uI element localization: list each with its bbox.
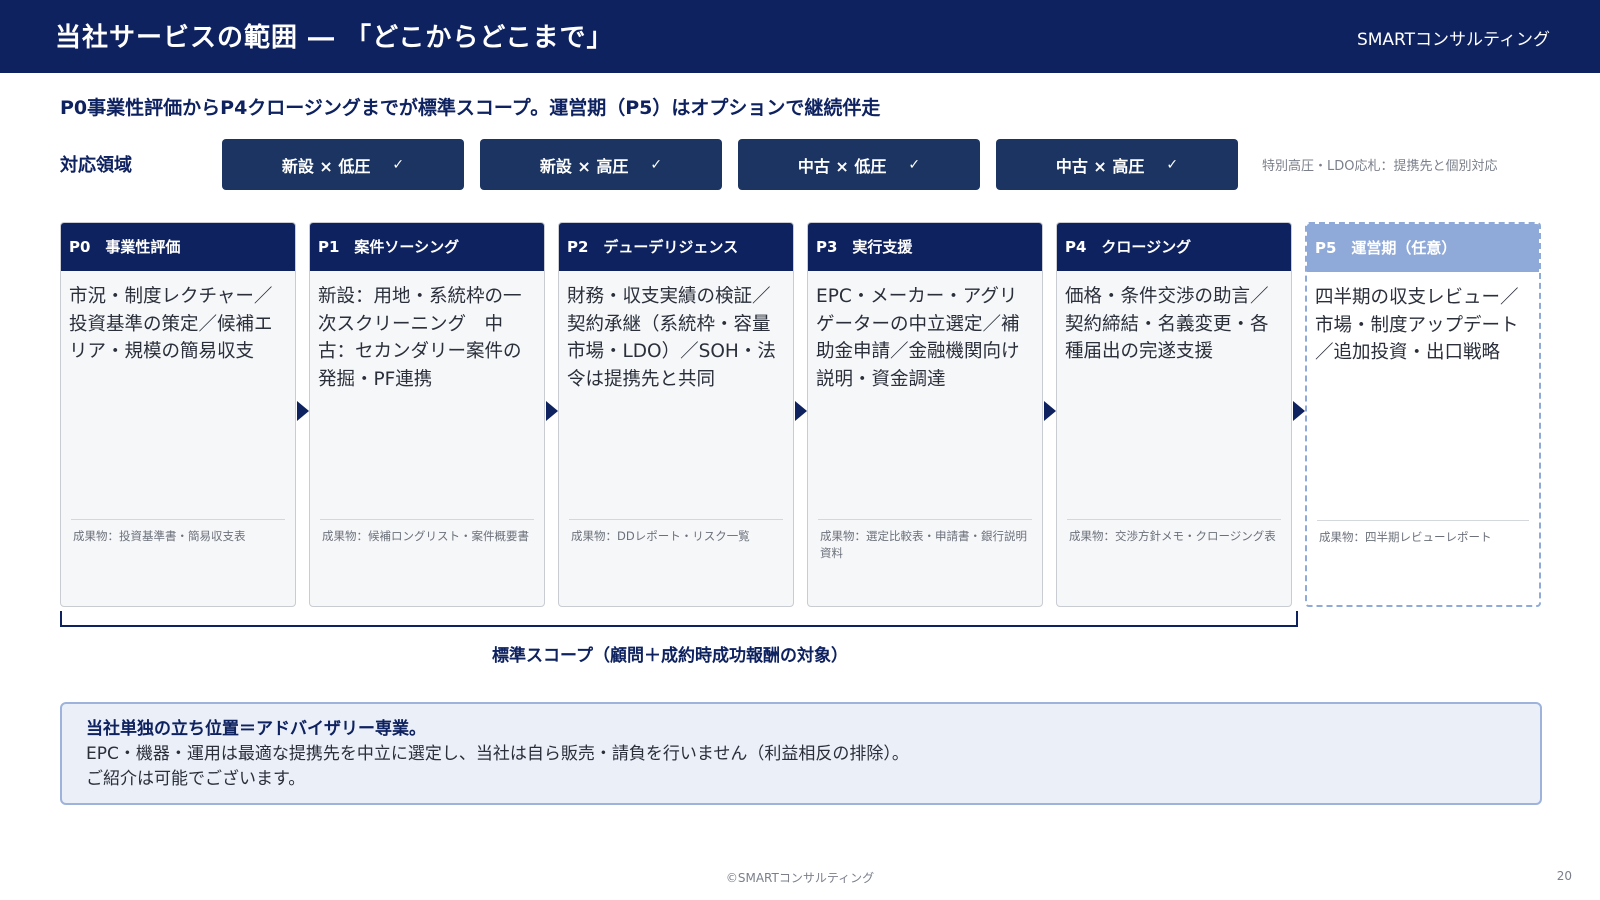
phase-description: 財務・収支実績の検証／契約承継（系統枠・容量市場・LDO）／SOH・法令は提携先…: [567, 286, 776, 390]
coverage-label: 対応領域: [60, 155, 132, 176]
page-number: 20: [1556, 869, 1572, 883]
phase-card-p4: P4 クロージング 価格・条件交渉の助言／契約締結・名義変更・各種届出の完遂支援…: [1056, 222, 1292, 607]
divider: [320, 519, 534, 520]
phase-deliverable: 成果物：交渉方針メモ・クロージング表: [1069, 529, 1276, 543]
header-bar: 当社サービスの範囲 ― 「どこからどこまで」 SMARTコンサルティング: [0, 0, 1600, 73]
coverage-chip-new-low: 新設 × 低圧 ✓: [222, 139, 464, 190]
arrow-right-icon: [297, 401, 309, 421]
divider: [1067, 519, 1281, 520]
slide-subtitle: P0事業性評価からP4クロージングまでが標準スコープ。運営期（P5）はオプション…: [60, 97, 881, 119]
check-icon: ✓: [650, 156, 663, 173]
phase-card-p1: P1 案件ソーシング 新設：用地・系統枠の一次スクリーニング 中古：セカンダリー…: [309, 222, 545, 607]
phase-title: P2 デューデリジェンス: [559, 223, 793, 271]
phase-description: EPC・メーカー・アグリゲーターの中立選定／補助金申請／金融機関向け説明・資金調…: [816, 286, 1020, 390]
check-icon: ✓: [1166, 156, 1179, 173]
phase-deliverable: 成果物：投資基準書・簡易収支表: [73, 529, 246, 543]
phase-description: 四半期の収支レビュー／市場・制度アップデート／追加投資・出口戦略: [1315, 287, 1519, 363]
footer-copyright: ©SMARTコンサルティング: [725, 871, 875, 885]
note-line: ご紹介は可能でございます。: [86, 769, 306, 789]
phase-card-p5-optional: P5 運営期（任意） 四半期の収支レビュー／市場・制度アップデート／追加投資・出…: [1305, 222, 1541, 607]
phase-card-p3: P3 実行支援 EPC・メーカー・アグリゲーターの中立選定／補助金申請／金融機関…: [807, 222, 1043, 607]
brand-name: SMARTコンサルティング: [1356, 30, 1550, 50]
phase-deliverable: 成果物：選定比較表・申請書・銀行説明資料: [820, 529, 1027, 560]
phase-title: P1 案件ソーシング: [310, 223, 544, 271]
arrow-right-icon: [546, 401, 558, 421]
scope-label: 標準スコープ（顧問＋成約時成功報酬の対象）: [492, 646, 848, 666]
coverage-chip-label: 新設 × 高圧: [539, 156, 629, 176]
arrow-right-icon: [795, 401, 807, 421]
check-icon: ✓: [908, 156, 921, 173]
slide-title: 当社サービスの範囲 ― 「どこからどこまで」: [55, 23, 614, 53]
divider: [71, 519, 285, 520]
divider: [1317, 520, 1529, 521]
phase-description: 市況・制度レクチャー／投資基準の策定／候補エリア・規模の簡易収支: [69, 286, 273, 362]
advisory-note-box: 当社単独の立ち位置＝アドバイザリー専業。 EPC・機器・運用は最適な提携先を中立…: [60, 702, 1542, 805]
phase-card-p2: P2 デューデリジェンス 財務・収支実績の検証／契約承継（系統枠・容量市場・LD…: [558, 222, 794, 607]
divider: [818, 519, 1032, 520]
phase-description: 価格・条件交渉の助言／契約締結・名義変更・各種届出の完遂支援: [1065, 286, 1269, 362]
phase-title: P5 運営期（任意）: [1307, 224, 1539, 272]
coverage-chip-used-high: 中古 × 高圧 ✓: [996, 139, 1238, 190]
phase-description: 新設：用地・系統枠の一次スクリーニング 中古：セカンダリー案件の発掘・PF連携: [318, 286, 522, 390]
coverage-chip-label: 中古 × 低圧: [797, 156, 887, 176]
coverage-chip-used-low: 中古 × 低圧 ✓: [738, 139, 980, 190]
phase-deliverable: 成果物：四半期レビューレポート: [1319, 530, 1492, 544]
note-title: 当社単独の立ち位置＝アドバイザリー専業。: [86, 719, 426, 739]
divider: [569, 519, 783, 520]
check-icon: ✓: [392, 156, 405, 173]
phase-title: P3 実行支援: [808, 223, 1042, 271]
note-line: EPC・機器・運用は最適な提携先を中立に選定し、当社は自ら販売・請負を行いません…: [86, 744, 909, 764]
coverage-chip-new-high: 新設 × 高圧 ✓: [480, 139, 722, 190]
arrow-right-icon: [1293, 401, 1305, 421]
coverage-chip-label: 新設 × 低圧: [281, 156, 371, 176]
phase-deliverable: 成果物：候補ロングリスト・案件概要書: [322, 529, 529, 543]
coverage-chip-label: 中古 × 高圧: [1055, 156, 1145, 176]
phase-title: P0 事業性評価: [61, 223, 295, 271]
scope-bracket: [60, 611, 1298, 627]
coverage-note: 特別高圧・LDO応札：提携先と個別対応: [1262, 159, 1498, 174]
phase-deliverable: 成果物：DDレポート・リスク一覧: [571, 529, 750, 543]
phase-title: P4 クロージング: [1057, 223, 1291, 271]
arrow-right-icon: [1044, 401, 1056, 421]
phase-card-p0: P0 事業性評価 市況・制度レクチャー／投資基準の策定／候補エリア・規模の簡易収…: [60, 222, 296, 607]
